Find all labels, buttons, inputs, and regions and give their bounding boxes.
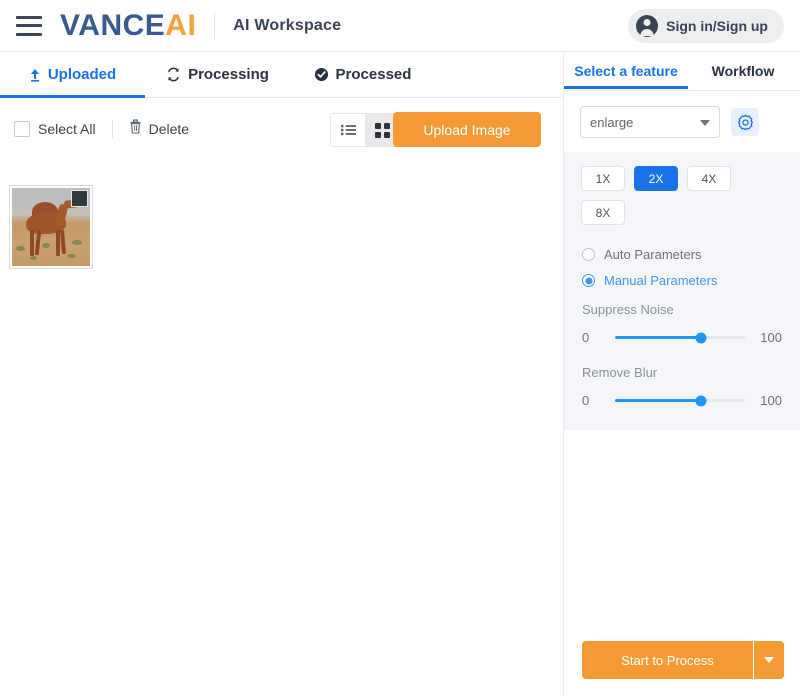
feature-panel: Select a feature Workflow enlarge 1X 2X … (563, 52, 800, 696)
suppress-noise-thumb[interactable] (695, 332, 707, 343)
radio-auto-label: Auto Parameters (604, 247, 702, 262)
radio-auto-parameters[interactable]: Auto Parameters (582, 247, 800, 262)
sign-in-sign-up-button[interactable]: Sign in/Sign up (628, 9, 784, 43)
upload-arrow-icon (29, 68, 41, 82)
workspace-title: AI Workspace (233, 16, 342, 34)
tab-processed[interactable]: Processed (290, 52, 435, 98)
desert-scrub (42, 243, 50, 248)
list-view-icon[interactable] (331, 114, 365, 146)
suppress-noise-min: 0 (582, 330, 590, 345)
camel-leg-shape (30, 230, 34, 256)
file-thumbnail-item[interactable] (9, 185, 93, 269)
tab-uploaded-label: Uploaded (47, 66, 117, 83)
tab-processing-label: Processing (188, 66, 269, 83)
tab-select-a-feature[interactable]: Select a feature (564, 52, 688, 89)
uploaded-files-area (0, 160, 563, 696)
tab-uploaded[interactable]: Uploaded (0, 52, 145, 98)
chevron-down-icon (700, 120, 710, 126)
sign-in-label: Sign in/Sign up (666, 18, 768, 34)
file-select-checkbox[interactable] (71, 190, 88, 207)
select-all-checkbox[interactable] (14, 121, 30, 137)
parameters-section: 1X 2X 4X 8X Auto Parameters Manual Param… (564, 152, 800, 430)
start-process-dropdown-button[interactable] (753, 641, 784, 679)
feature-select-value: enlarge (590, 114, 634, 130)
check-circle-icon (314, 67, 329, 82)
trash-icon (129, 119, 142, 139)
suppress-noise-max: 100 (760, 330, 782, 345)
desert-scrub (16, 246, 25, 251)
remove-blur-track[interactable] (615, 395, 745, 406)
scale-option-1x[interactable]: 1X (581, 166, 625, 191)
start-to-process-button[interactable]: Start to Process (582, 641, 753, 679)
parameter-mode-group: Auto Parameters Manual Parameters (564, 247, 800, 288)
app-root: VANCE AI AI Workspace Sign in/Sign up Upl… (0, 0, 800, 696)
chevron-down-icon (764, 657, 774, 663)
select-all-control[interactable]: Select All (14, 121, 96, 137)
desert-scrub (67, 254, 76, 258)
feature-selector-row: enlarge (564, 91, 800, 152)
scale-option-4x[interactable]: 4X (687, 166, 731, 191)
scale-options-group: 1X 2X 4X 8X (564, 166, 781, 225)
radio-auto-indicator[interactable] (582, 248, 595, 261)
file-toolbar: Select All Delete Upload Image (0, 99, 563, 159)
suppress-noise-label: Suppress Noise (582, 302, 674, 317)
desert-scrub (72, 240, 82, 245)
delete-label: Delete (148, 121, 190, 137)
app-header: VANCE AI AI Workspace Sign in/Sign up (0, 0, 800, 52)
header-divider (214, 12, 216, 39)
tab-workflow[interactable]: Workflow (688, 52, 798, 89)
delete-button[interactable]: Delete (129, 119, 189, 139)
start-process-action: Start to Process (582, 641, 784, 679)
remove-blur-slider[interactable]: 0 100 (582, 393, 782, 408)
radio-manual-label: Manual Parameters (604, 273, 718, 288)
suppress-noise-track[interactable] (615, 332, 745, 343)
feature-panel-tabs: Select a feature Workflow (564, 52, 800, 91)
remove-blur-label: Remove Blur (582, 365, 658, 380)
user-avatar-icon (636, 15, 659, 37)
upload-image-button[interactable]: Upload Image (393, 112, 541, 147)
remove-blur-fill (615, 399, 701, 402)
workspace-tabs: Uploaded Processing Processed (0, 52, 563, 98)
suppress-noise-slider-block: Suppress Noise 0 100 (564, 302, 800, 345)
feature-select-dropdown[interactable]: enlarge (580, 106, 720, 138)
toolbar-divider (111, 120, 113, 138)
radio-manual-parameters[interactable]: Manual Parameters (582, 273, 800, 288)
desert-scrub (30, 256, 37, 260)
camel-leg-shape (59, 229, 67, 255)
remove-blur-slider-block: Remove Blur 0 100 (564, 365, 800, 408)
remove-blur-min: 0 (582, 393, 590, 408)
tab-processed-label: Processed (335, 66, 412, 83)
remove-blur-max: 100 (760, 393, 782, 408)
tab-processing[interactable]: Processing (145, 52, 290, 98)
select-all-label: Select All (38, 121, 96, 137)
scale-option-2x[interactable]: 2X (634, 166, 678, 191)
logo-text-ai: AI (165, 8, 197, 42)
view-mode-toggle (330, 113, 400, 147)
hamburger-menu-icon[interactable] (16, 15, 42, 36)
gear-icon[interactable] (731, 108, 759, 136)
suppress-noise-slider[interactable]: 0 100 (582, 330, 782, 345)
brand-logo[interactable]: VANCE AI (60, 8, 197, 42)
scale-option-8x[interactable]: 8X (581, 200, 625, 225)
remove-blur-thumb[interactable] (695, 395, 707, 406)
logo-text-vance: VANCE (60, 8, 166, 42)
refresh-sync-icon (166, 67, 181, 82)
radio-manual-indicator[interactable] (582, 274, 595, 287)
suppress-noise-fill (615, 336, 701, 339)
